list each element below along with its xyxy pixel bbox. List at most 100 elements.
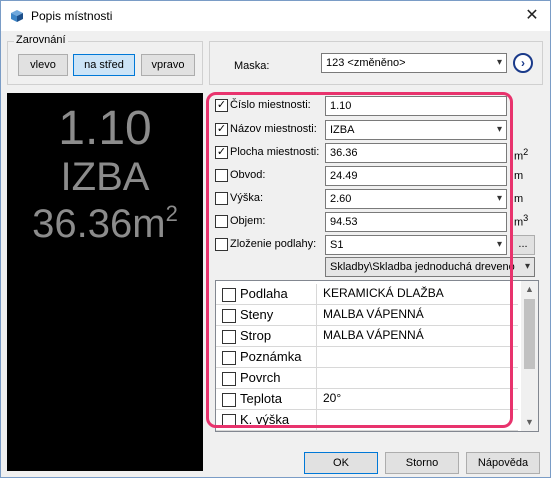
- height-unit: m: [514, 193, 524, 205]
- row-checkbox[interactable]: [222, 393, 236, 407]
- preview-number: 1.10: [58, 102, 152, 155]
- volume-label: Objem:: [230, 215, 266, 227]
- name-select[interactable]: IZBA ▾: [325, 120, 507, 140]
- app-icon: [11, 10, 23, 22]
- mask-select[interactable]: 123 <změněno> ▾: [321, 53, 507, 73]
- name-checkbox[interactable]: ✓: [215, 123, 228, 136]
- property-name: Poznámka: [240, 349, 302, 364]
- column-divider: [316, 305, 317, 326]
- area-label: Plocha miestnosti:: [230, 146, 320, 158]
- floor-path-value: Skladby\Skladba jednoduchá dreveno: [330, 261, 515, 273]
- help-button[interactable]: Nápověda: [466, 452, 540, 474]
- property-name: Teplota: [240, 391, 282, 406]
- go-arrow-icon[interactable]: ›: [513, 53, 533, 73]
- row-checkbox[interactable]: [222, 351, 236, 365]
- row-checkbox[interactable]: [222, 414, 236, 428]
- perimeter-checkbox[interactable]: [215, 169, 228, 182]
- floor-label: Zloženie podlahy:: [230, 238, 317, 250]
- property-value[interactable]: MALBA VÁPENNÁ: [323, 328, 424, 342]
- chevron-down-icon: ▾: [524, 258, 530, 276]
- volume-unit-sup: 3: [523, 213, 529, 223]
- number-label: Číslo miestnosti:: [230, 99, 311, 111]
- list-item[interactable]: K. výška: [216, 410, 518, 431]
- alignment-legend: Zarovnání: [14, 34, 68, 46]
- area-unit: m2: [514, 147, 528, 163]
- height-value: 2.60: [330, 193, 352, 205]
- list-item[interactable]: Poznámka: [216, 347, 518, 368]
- window-title: Popis místnosti: [31, 9, 113, 23]
- preview-area: 36.36m2: [7, 201, 203, 247]
- label-preview: 1.10 IZBA 36.36m2: [7, 93, 203, 471]
- alignment-group: Zarovnání vlevo na střed vpravo: [7, 34, 203, 85]
- floor-select[interactable]: S1 ▾: [325, 235, 507, 255]
- list-item[interactable]: Povrch: [216, 368, 518, 389]
- preview-name: IZBA: [60, 155, 150, 199]
- align-left-button[interactable]: vlevo: [18, 54, 68, 76]
- perimeter-unit: m: [514, 170, 524, 182]
- property-name: K. výška: [240, 412, 290, 427]
- floor-path-select[interactable]: Skladby\Skladba jednoduchá dreveno ▾: [325, 257, 535, 277]
- chevron-down-icon: ▾: [496, 239, 502, 250]
- list-item[interactable]: Podlaha KERAMICKÁ DLAŽBA: [216, 284, 518, 305]
- column-divider: [316, 326, 317, 347]
- close-icon[interactable]: ✕: [520, 4, 544, 28]
- area-unit-sup: 2: [523, 147, 529, 157]
- scroll-up-icon[interactable]: ▲: [521, 281, 538, 298]
- align-center-button[interactable]: na střed: [73, 54, 135, 76]
- area-field[interactable]: 36.36: [325, 143, 507, 163]
- row-checkbox[interactable]: [222, 288, 236, 302]
- property-name: Steny: [240, 307, 274, 322]
- area-unit-base: m: [514, 150, 524, 163]
- properties-list[interactable]: Podlaha KERAMICKÁ DLAŽBA Steny MALBA VÁP…: [215, 280, 539, 432]
- name-label: Názov miestnosti:: [230, 123, 317, 135]
- height-checkbox[interactable]: [215, 192, 228, 205]
- chevron-down-icon: ▾: [496, 124, 502, 135]
- volume-unit-base: m: [514, 216, 524, 229]
- property-value[interactable]: 20°: [323, 391, 341, 405]
- floor-browse-button[interactable]: ...: [511, 235, 535, 255]
- column-divider: [316, 410, 317, 431]
- mask-value: 123 <změněno>: [326, 57, 406, 69]
- property-value[interactable]: MALBA VÁPENNÁ: [323, 307, 424, 321]
- floor-value: S1: [330, 239, 344, 251]
- perimeter-label: Obvod:: [230, 169, 266, 181]
- scroll-down-icon[interactable]: ▼: [521, 414, 538, 431]
- dialog-window: Popis místnosti ✕ Zarovnání vlevo na stř…: [0, 0, 551, 478]
- preview-area-value: 36.36m: [32, 202, 166, 246]
- row-checkbox[interactable]: [222, 330, 236, 344]
- perimeter-field[interactable]: 24.49: [325, 166, 507, 186]
- height-select[interactable]: 2.60 ▾: [325, 189, 507, 209]
- scroll-thumb[interactable]: [524, 299, 535, 369]
- column-divider: [316, 347, 317, 368]
- property-value[interactable]: KERAMICKÁ DLAŽBA: [323, 286, 444, 300]
- property-name: Povrch: [240, 370, 281, 385]
- cancel-button[interactable]: Storno: [385, 452, 459, 474]
- column-divider: [316, 368, 317, 389]
- name-value: IZBA: [330, 124, 355, 136]
- volume-field[interactable]: 94.53: [325, 212, 507, 232]
- number-checkbox[interactable]: ✓: [215, 99, 228, 112]
- volume-checkbox[interactable]: [215, 215, 228, 228]
- list-item[interactable]: Steny MALBA VÁPENNÁ: [216, 305, 518, 326]
- number-field[interactable]: 1.10: [325, 96, 507, 116]
- property-name: Podlaha: [240, 286, 288, 301]
- floor-checkbox[interactable]: [215, 238, 228, 251]
- vertical-scrollbar[interactable]: ▲ ▼: [521, 281, 538, 431]
- list-item[interactable]: Teplota 20°: [216, 389, 518, 410]
- row-checkbox[interactable]: [222, 309, 236, 323]
- align-right-button[interactable]: vpravo: [141, 54, 195, 76]
- preview-area-sup: 2: [165, 201, 178, 226]
- mask-label: Maska:: [234, 60, 270, 72]
- property-name: Strop: [240, 328, 272, 343]
- column-divider: [316, 284, 317, 305]
- ok-button[interactable]: OK: [304, 452, 378, 474]
- area-checkbox[interactable]: ✓: [215, 146, 228, 159]
- volume-unit: m3: [514, 213, 528, 229]
- row-checkbox[interactable]: [222, 372, 236, 386]
- chevron-down-icon: ▾: [496, 193, 502, 204]
- title-bar: Popis místnosti ✕: [1, 1, 550, 31]
- column-divider: [316, 389, 317, 410]
- chevron-down-icon: ▾: [496, 57, 502, 68]
- list-item[interactable]: Strop MALBA VÁPENNÁ: [216, 326, 518, 347]
- height-label: Výška:: [230, 192, 264, 204]
